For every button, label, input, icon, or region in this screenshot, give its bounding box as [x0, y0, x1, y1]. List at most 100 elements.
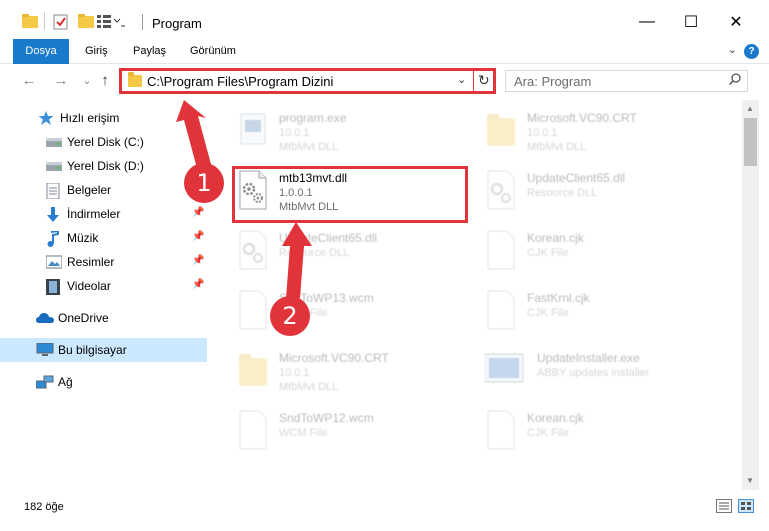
pin-icon[interactable]: 📌 [192, 255, 204, 266]
title-bar: Program — ☐ ✕ [0, 0, 769, 39]
tab-paylas[interactable]: Paylaş [123, 39, 176, 64]
pin-icon[interactable]: 📌 [192, 279, 204, 290]
sidebar-item-label: Hızlı erişim [60, 111, 120, 125]
pin-icon[interactable]: 📌 [192, 207, 204, 218]
documents-icon [46, 182, 62, 200]
address-dropdown-button[interactable]: ⌄ [457, 73, 466, 86]
sidebar-item-music[interactable]: Müzik 📌 [0, 226, 207, 250]
file-description: MtbMvt DLL [279, 381, 339, 393]
file-item-vc90-crt[interactable]: Microsoft.VC90.CRT 10.0.1 MtbMvt DLL [237, 348, 477, 404]
file-icon [485, 410, 517, 450]
step-2-badge: 2 [270, 296, 310, 336]
download-icon [46, 207, 62, 222]
file-item-korean-cjk[interactable]: Korean.cjk CJK File [485, 408, 725, 464]
vertical-scrollbar[interactable]: ▲ ▼ [742, 100, 759, 490]
address-path[interactable]: C:\Program Files\Program Dizini [147, 74, 333, 89]
tiles-view-icon[interactable] [738, 499, 754, 513]
folder-icon [237, 350, 269, 390]
sidebar-item-this-pc[interactable]: Bu bilgisayar [0, 338, 207, 362]
help-button[interactable]: ? [744, 44, 759, 59]
folder-icon[interactable] [22, 14, 38, 31]
file-item-updateinstaller-exe[interactable]: UpdateInstaller.exe ABBY updates install… [484, 348, 725, 404]
file-icon [237, 290, 269, 330]
sidebar-item-label: Bu bilgisayar [58, 343, 127, 357]
file-icon [485, 290, 517, 330]
recent-locations-button[interactable]: ⌄ [78, 72, 96, 90]
file-item-vc90-crt[interactable]: Microsoft.VC90.CRT 10.0.1 MtbMvt DLL [485, 108, 725, 164]
dll-icon [237, 230, 269, 270]
address-bar[interactable]: C:\Program Files\Program Dizini ⌄ ↻ [119, 68, 496, 94]
file-name: UpdateClient65.dll [527, 171, 626, 185]
installer-icon [484, 350, 524, 390]
file-description: CJK File [527, 427, 569, 439]
file-name: Microsoft.VC90.CRT [527, 111, 637, 125]
network-icon [35, 375, 54, 389]
up-button[interactable]: ↑ [96, 72, 114, 90]
file-name: program.exe [279, 111, 347, 125]
pin-icon[interactable]: 📌 [192, 231, 204, 242]
file-item-fastkrnl-cjk[interactable]: FastKrnl.cjk CJK File [485, 288, 725, 344]
search-input[interactable]: Ara: Program [514, 74, 591, 89]
close-button[interactable]: ✕ [726, 12, 746, 32]
customize-toolbar-icon[interactable] [97, 14, 125, 31]
refresh-button[interactable]: ↻ [478, 72, 490, 89]
file-name: Korean.cjk [527, 231, 584, 245]
sidebar-item-label: İndirmeler [67, 207, 121, 221]
file-icon [237, 410, 269, 450]
file-item-updateclient65-dll[interactable]: UpdateClient65.dll Resource DLL [485, 168, 725, 224]
folder-icon [128, 72, 142, 87]
sidebar-item-downloads[interactable]: İndirmeler 📌 [0, 202, 207, 226]
sidebar-item-pictures[interactable]: Resimler 📌 [0, 250, 207, 274]
sidebar-item-quick-access[interactable]: Hızlı erişim [0, 106, 207, 130]
sidebar-item-local-disk-c[interactable]: Yerel Disk (C:) [0, 130, 207, 154]
file-item-program-exe[interactable]: program.exe 10.0.1 MtbMvt DLL [237, 108, 477, 164]
properties-icon[interactable] [53, 14, 69, 33]
divider [44, 12, 45, 30]
forward-button[interactable]: → [52, 72, 70, 90]
file-icon [485, 230, 517, 270]
scroll-down-icon[interactable]: ▼ [746, 476, 754, 485]
file-name: UpdateInstaller.exe [537, 351, 640, 365]
file-description: Resource DLL [279, 247, 350, 259]
sidebar-item-label: OneDrive [58, 311, 109, 325]
status-bar: 182 öğe [0, 490, 769, 531]
file-item-sndtowp12-wcm[interactable]: SndToWP12.wcm WCM File [237, 408, 477, 464]
scrollbar-thumb[interactable] [744, 118, 757, 166]
pictures-icon [45, 255, 63, 269]
sidebar-item-label: Müzik [67, 231, 99, 245]
sidebar-item-label: Resimler [67, 255, 115, 269]
music-icon [46, 229, 62, 247]
new-folder-icon[interactable] [78, 14, 94, 31]
onedrive-icon [36, 311, 54, 325]
search-box[interactable]: Ara: Program [505, 70, 748, 92]
tab-gorunum[interactable]: Görünüm [180, 39, 246, 64]
file-description: CJK File [527, 247, 569, 259]
file-item-updateclient65-dll[interactable]: UpdateClient65.dll Resource DLL [237, 228, 477, 284]
file-name: Korean.cjk [527, 411, 584, 425]
sidebar-item-local-disk-d[interactable]: Yerel Disk (D:) [0, 154, 207, 178]
tab-dosya[interactable]: Dosya [13, 39, 69, 64]
file-item-korean-cjk[interactable]: Korean.cjk CJK File [485, 228, 725, 284]
step-1-badge: 1 [184, 163, 224, 203]
folder-icon [485, 110, 517, 150]
item-count: 182 öğe [24, 501, 64, 513]
scroll-up-icon[interactable]: ▲ [746, 104, 754, 113]
computer-icon [36, 342, 54, 357]
sidebar-item-label: Videolar [67, 279, 111, 293]
back-button[interactable]: ← [20, 72, 38, 90]
details-view-icon[interactable] [716, 499, 732, 513]
minimize-button[interactable]: — [637, 12, 657, 32]
sidebar-item-onedrive[interactable]: OneDrive [0, 306, 207, 330]
tab-giris[interactable]: Giriş [75, 39, 118, 64]
sidebar-item-label: Yerel Disk (C:) [67, 135, 144, 149]
sidebar-item-videos[interactable]: Videolar 📌 [0, 274, 207, 298]
chevron-down-icon[interactable]: ⌄ [728, 43, 737, 56]
file-name: Microsoft.VC90.CRT [279, 351, 389, 365]
file-description: WCM File [279, 427, 328, 439]
sidebar-item-network[interactable]: Ağ [0, 370, 207, 394]
ribbon-tabs: Dosya Giriş Paylaş Görünüm ⌄ ? [0, 39, 769, 64]
sidebar-item-documents[interactable]: Belgeler [0, 178, 207, 202]
file-version: 10.0.1 [279, 367, 310, 379]
maximize-button[interactable]: ☐ [681, 12, 701, 32]
title-separator [142, 14, 143, 30]
